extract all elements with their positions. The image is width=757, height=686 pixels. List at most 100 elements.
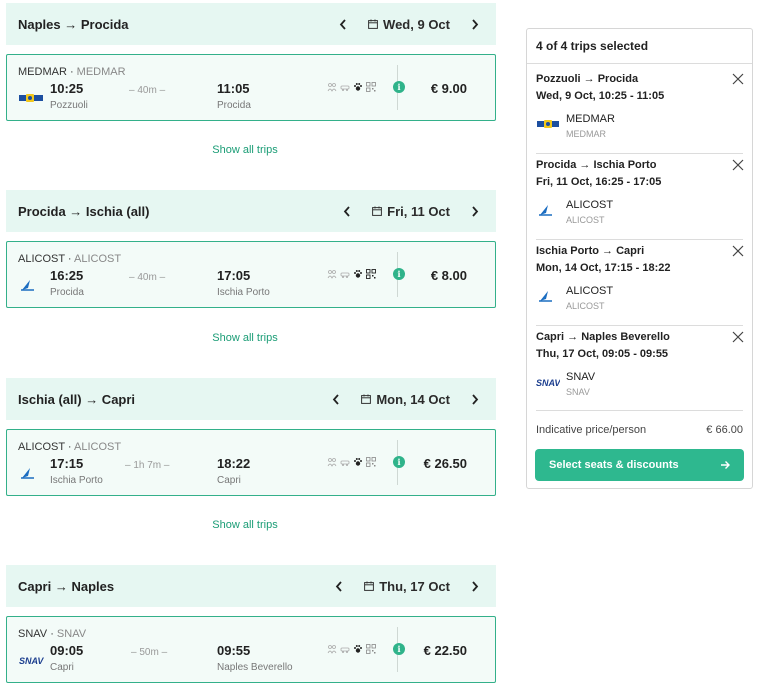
- departure-time: 17:15: [50, 456, 84, 471]
- info-icon[interactable]: i: [393, 81, 405, 93]
- leg-2: Procida → Ischia (all) Fri, 11 Oct ALICO…: [6, 190, 496, 308]
- departure-time: 10:25: [50, 81, 84, 96]
- qr-ticket-icon: [366, 82, 376, 92]
- selected-trip-route: Ischia Porto → Capri: [536, 245, 645, 257]
- arrival-time: 17:05: [217, 268, 251, 283]
- show-all-trips-link[interactable]: Show all trips: [0, 144, 490, 156]
- pets-icon: [354, 458, 362, 466]
- chevron-left-icon[interactable]: [330, 577, 348, 595]
- close-icon[interactable]: [732, 73, 744, 85]
- amenities: [327, 644, 376, 654]
- show-all-trips-link[interactable]: Show all trips: [0, 332, 490, 344]
- selected-trip: Capri → Naples Beverello Thu, 17 Oct, 09…: [536, 331, 744, 397]
- operator-name: SNAV: [18, 628, 48, 640]
- divider: [536, 153, 743, 154]
- alicost-logo: [539, 205, 552, 216]
- amenities: [327, 82, 376, 92]
- date-picker[interactable]: Thu, 17 Oct: [358, 579, 456, 594]
- selected-trip-route: Capri → Naples Beverello: [536, 331, 670, 343]
- arrival-time: 11:05: [217, 81, 250, 96]
- total-value: € 66.00: [706, 424, 743, 436]
- info-icon[interactable]: i: [393, 456, 405, 468]
- operator-sub: SNAV: [56, 628, 87, 640]
- price: € 22.50: [423, 643, 467, 658]
- indicative-price-row: Indicative price/person € 66.00: [536, 424, 743, 436]
- selected-trip-datetime: Fri, 11 Oct, 16:25 - 17:05: [536, 176, 662, 188]
- passengers-icon: [327, 83, 337, 92]
- trip-card[interactable]: ALICOST · ALICOST 16:25 Procida – 40m – …: [6, 241, 496, 308]
- select-seats-button[interactable]: Select seats & discounts: [535, 449, 744, 481]
- operator-line: ALICOST · ALICOST: [18, 253, 122, 265]
- arrow-right-icon: [721, 461, 730, 469]
- passengers-icon: [327, 458, 337, 467]
- divider: [527, 63, 752, 64]
- panel-title: 4 of 4 trips selected: [536, 39, 649, 53]
- date-navigator: Mon, 14 Oct: [327, 390, 484, 408]
- selected-trip-operator-sub: SNAV: [566, 387, 590, 397]
- select-seats-label: Select seats & discounts: [549, 459, 679, 471]
- chevron-right-icon[interactable]: [466, 390, 484, 408]
- departure-port: Capri: [50, 662, 74, 673]
- leg-date: Fri, 11 Oct: [387, 203, 450, 219]
- date-picker[interactable]: Wed, 9 Oct: [362, 17, 456, 32]
- trip-card[interactable]: SNAV · SNAV SNAV 09:05 Capri – 50m – 09:…: [6, 616, 496, 683]
- chevron-left-icon[interactable]: [338, 202, 356, 220]
- chevron-right-icon[interactable]: [466, 15, 484, 33]
- departure-port: Procida: [50, 287, 84, 298]
- duration: – 1h 7m –: [125, 460, 170, 471]
- svg-text:SNAV: SNAV: [536, 378, 560, 388]
- chevron-left-icon[interactable]: [327, 390, 345, 408]
- arrival-time: 09:55: [217, 643, 251, 658]
- chevron-left-icon[interactable]: [334, 15, 352, 33]
- selected-trip-operator: ALICOST: [566, 285, 614, 297]
- vehicle-icon: [340, 85, 350, 91]
- info-icon[interactable]: i: [393, 268, 405, 280]
- selected-trip-operator-sub: ALICOST: [566, 215, 605, 225]
- calendar-icon: [364, 581, 375, 591]
- operator-name: MEDMAR: [18, 66, 67, 78]
- departure-port: Pozzuoli: [50, 100, 88, 111]
- arrival-time: 18:22: [217, 456, 251, 471]
- date-picker[interactable]: Mon, 14 Oct: [355, 392, 456, 407]
- selected-trip-operator: MEDMAR: [566, 113, 615, 125]
- trip-card[interactable]: MEDMAR · MEDMAR 10:25 Pozzuoli – 40m – 1…: [6, 54, 496, 121]
- show-all-trips-link[interactable]: Show all trips: [0, 519, 490, 531]
- leg-header: Naples → Procida Wed, 9 Oct: [6, 3, 496, 45]
- date-picker[interactable]: Fri, 11 Oct: [366, 204, 456, 219]
- operator-name: ALICOST: [18, 253, 65, 265]
- duration: – 40m –: [129, 85, 166, 96]
- leg-header: Procida → Ischia (all) Fri, 11 Oct: [6, 190, 496, 232]
- leg-route: Procida → Ischia (all): [18, 203, 150, 219]
- selected-trip-datetime: Thu, 17 Oct, 09:05 - 09:55: [536, 348, 669, 360]
- close-icon[interactable]: [732, 245, 744, 257]
- calendar-icon: [368, 19, 378, 29]
- leg-3: Ischia (all) → Capri Mon, 14 Oct ALICOST…: [6, 378, 496, 496]
- arrival-port: Ischia Porto: [217, 287, 270, 298]
- operator-name: ALICOST: [18, 441, 65, 453]
- operator-line: MEDMAR · MEDMAR: [18, 66, 126, 78]
- departure-time: 16:25: [50, 268, 84, 283]
- snav-logo: SNAV: [19, 656, 44, 666]
- departure-port: Ischia Porto: [50, 475, 103, 486]
- qr-ticket-icon: [366, 269, 376, 279]
- amenities: [327, 457, 376, 467]
- snav-logo: SNAV: [536, 378, 560, 388]
- chevron-right-icon[interactable]: [466, 577, 484, 595]
- info-icon[interactable]: i: [393, 643, 405, 655]
- operator-sub: ALICOST: [74, 441, 122, 453]
- leg-4: Capri → Naples Thu, 17 Oct SNAV · SNAV S…: [6, 565, 496, 683]
- close-icon[interactable]: [732, 331, 744, 343]
- selected-trip-operator-sub: ALICOST: [566, 301, 605, 311]
- alicost-logo: [539, 291, 552, 302]
- close-icon[interactable]: [732, 159, 744, 171]
- svg-text:SNAV: SNAV: [19, 656, 44, 666]
- divider: [536, 410, 743, 411]
- selected-trip: Pozzuoli → Procida Wed, 9 Oct, 10:25 - 1…: [536, 73, 744, 139]
- selected-trip-operator-sub: MEDMAR: [566, 129, 606, 139]
- leg-date: Mon, 14 Oct: [376, 391, 450, 407]
- chevron-right-icon[interactable]: [466, 202, 484, 220]
- leg-route: Naples → Procida: [18, 16, 129, 32]
- calendar-icon: [361, 394, 372, 404]
- calendar-icon: [372, 206, 383, 216]
- trip-card[interactable]: ALICOST · ALICOST 17:15 Ischia Porto – 1…: [6, 429, 496, 496]
